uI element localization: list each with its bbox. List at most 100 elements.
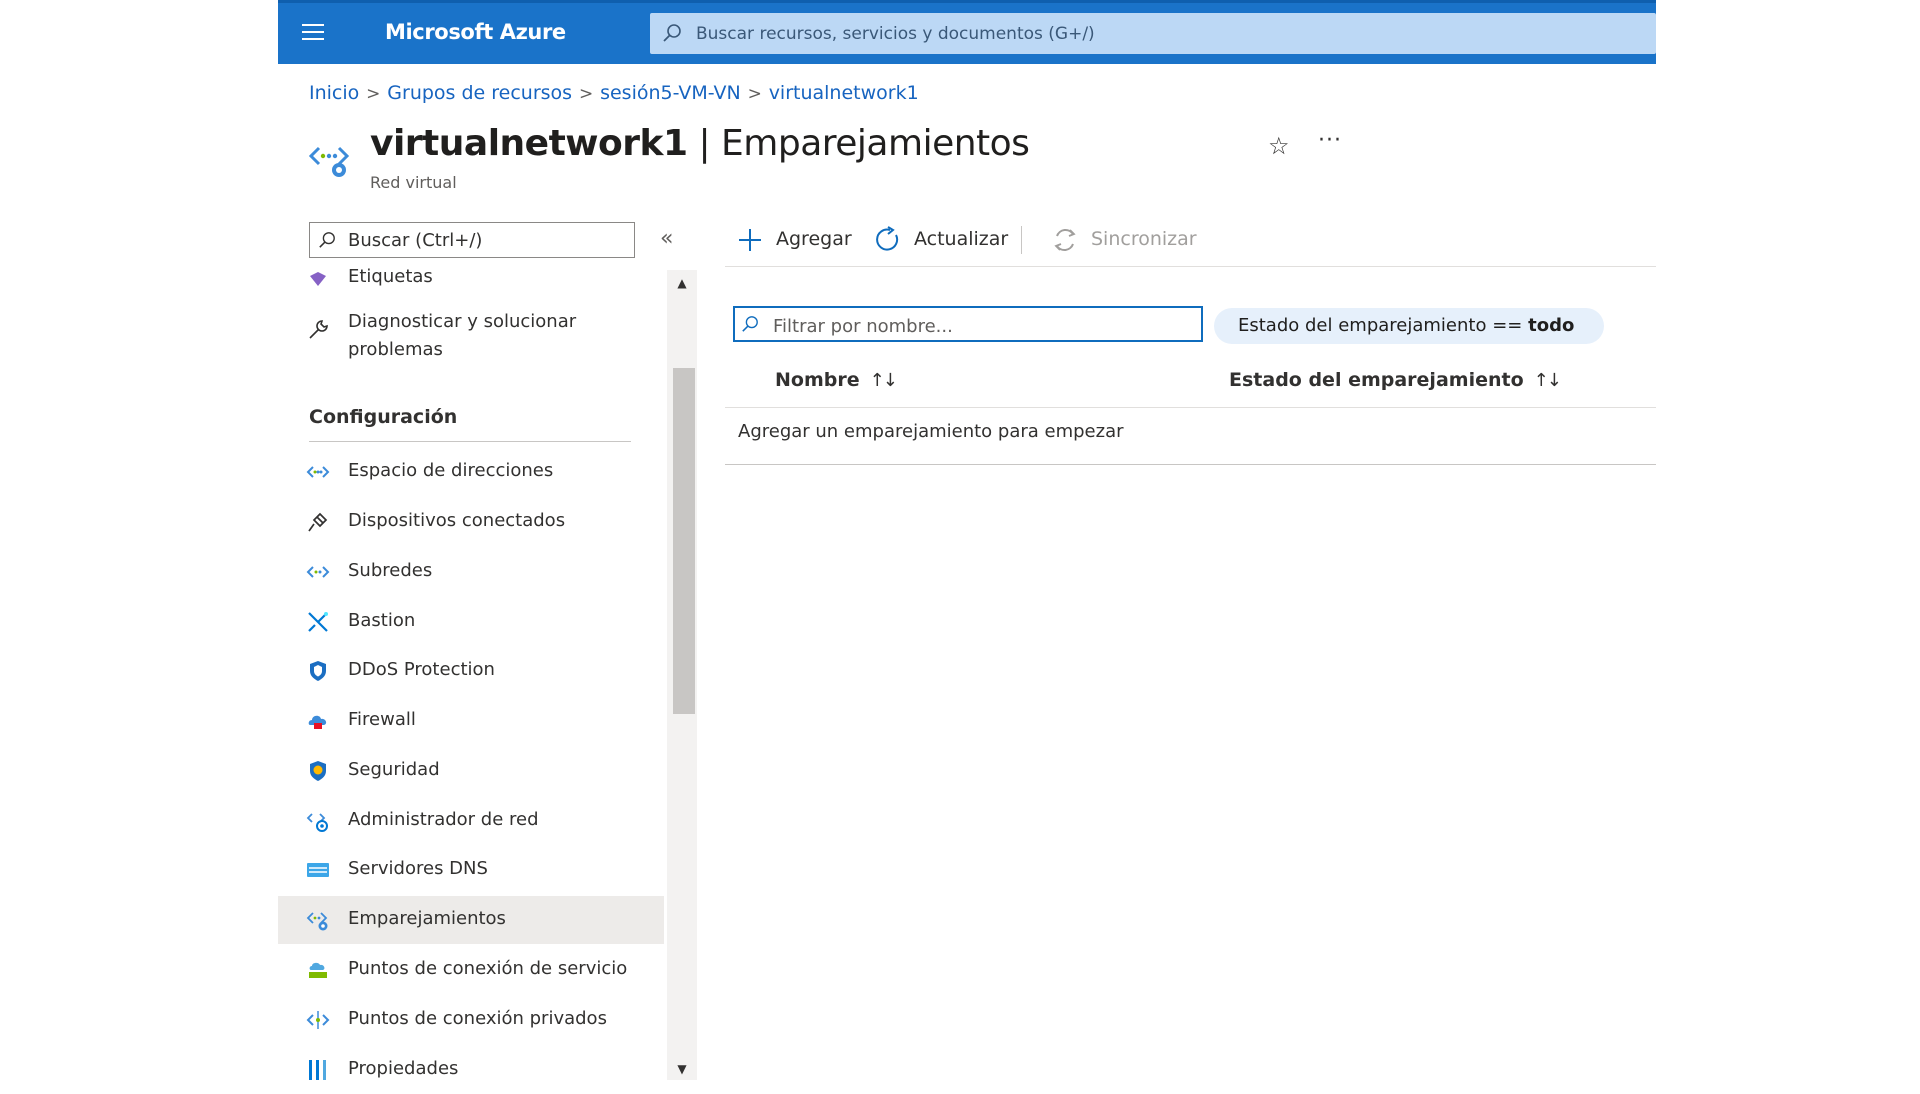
- peering-state-filter-pill[interactable]: Estado del emparejamiento == todo: [1214, 308, 1605, 344]
- sidebar-item-label: Puntos de conexión privados: [348, 1008, 607, 1029]
- sync-button[interactable]: Sincronizar: [1051, 222, 1221, 258]
- sidebar-item-label: Administrador de red: [348, 809, 539, 830]
- menu-search-placeholder: Buscar (Ctrl+/): [348, 230, 483, 251]
- sidebar-item-label: Diagnosticar y solucionar problemas: [348, 311, 577, 360]
- security-shield-icon: [310, 761, 326, 781]
- plug-icon: [308, 512, 328, 532]
- virtual-network-icon: [309, 146, 350, 177]
- wrench-icon: [309, 320, 328, 339]
- menu-search-input[interactable]: Buscar (Ctrl+/): [309, 222, 635, 258]
- global-search-input[interactable]: Buscar recursos, servicios y documentos …: [650, 13, 1656, 54]
- sidebar-item-label: Subredes: [348, 560, 433, 581]
- brand-title[interactable]: Microsoft Azure: [385, 20, 566, 44]
- sidebar-item-label: Servidores DNS: [348, 858, 488, 879]
- blade-name: | Emparejamientos: [687, 123, 1030, 164]
- breadcrumb-resource-group[interactable]: sesión5-VM-VN: [600, 82, 741, 104]
- sidebar-item-label: DDoS Protection: [348, 659, 495, 680]
- collapse-menu-icon[interactable]: «: [660, 226, 673, 251]
- scrollbar-thumb[interactable]: [673, 368, 695, 714]
- peering-icon: [306, 912, 328, 931]
- search-icon: [663, 24, 681, 42]
- favorite-star-icon[interactable]: ☆: [1268, 132, 1290, 160]
- sidebar-item-etiquetas[interactable]: Etiquetas: [278, 256, 664, 304]
- refresh-icon: [876, 226, 899, 251]
- filter-by-name-field[interactable]: [733, 306, 1203, 342]
- column-header-label: Nombre: [775, 369, 860, 391]
- section-configuracion: Configuración: [309, 406, 458, 428]
- resource-type: Red virtual: [370, 173, 457, 192]
- empty-table-message: Agregar un emparejamiento para empezar: [738, 421, 1124, 442]
- sidebar-item-label: Etiquetas: [348, 266, 433, 287]
- sidebar-item-label: Firewall: [348, 709, 416, 730]
- sort-icon: ↑↓: [1533, 370, 1562, 391]
- sidebar-item-emparejamientos[interactable]: Emparejamientos: [278, 896, 664, 944]
- page-title: virtualnetwork1 | Emparejamientos: [370, 123, 1030, 164]
- shield-icon: [310, 661, 326, 681]
- sidebar-item-firewall[interactable]: Firewall: [278, 697, 664, 745]
- plus-icon: [739, 229, 761, 251]
- subnet-icon: [306, 566, 330, 578]
- filter-pill-value: todo: [1528, 315, 1575, 336]
- sidebar-item-label: Espacio de direcciones: [348, 460, 554, 481]
- sidebar-item-subredes[interactable]: Subredes: [278, 548, 664, 596]
- scroll-down-icon[interactable]: ▼: [667, 1062, 697, 1076]
- tag-icon: [310, 272, 326, 286]
- breadcrumb-grupos-de-recursos[interactable]: Grupos de recursos: [387, 82, 572, 104]
- sync-button-label: Sincronizar: [1091, 228, 1197, 250]
- sync-icon: [1054, 229, 1076, 251]
- sidebar-item-diagnosticar[interactable]: Diagnosticar y solucionar problemas: [278, 304, 664, 378]
- toolbar-separator: [725, 266, 1656, 267]
- breadcrumb-inicio[interactable]: Inicio: [309, 82, 359, 104]
- column-header-estado[interactable]: Estado del emparejamiento ↑↓: [1229, 369, 1562, 391]
- top-bar: Microsoft Azure Buscar recursos, servici…: [278, 0, 1656, 64]
- address-space-icon: [306, 466, 330, 478]
- search-icon: [319, 232, 335, 248]
- search-icon: [742, 316, 758, 332]
- chevron-right-icon: >: [578, 84, 594, 104]
- add-button[interactable]: Agregar: [736, 222, 866, 258]
- sidebar-item-propiedades[interactable]: Propiedades: [278, 1046, 664, 1094]
- sidebar-item-label: Seguridad: [348, 759, 440, 780]
- sidebar-item-puntos-de-conexion-de-servicio[interactable]: Puntos de conexión de servicio: [278, 946, 664, 994]
- add-button-label: Agregar: [776, 228, 852, 250]
- sort-icon: ↑↓: [869, 370, 898, 391]
- sidebar-item-label: Propiedades: [348, 1058, 459, 1079]
- table-header-divider: [725, 407, 1656, 408]
- properties-icon: [309, 1060, 326, 1080]
- refresh-button[interactable]: Actualizar: [874, 222, 1014, 258]
- global-search-placeholder: Buscar recursos, servicios y documentos …: [696, 24, 1095, 44]
- hamburger-menu-icon[interactable]: [302, 22, 324, 42]
- chevron-right-icon: >: [366, 84, 381, 104]
- column-header-nombre[interactable]: Nombre ↑↓: [775, 369, 898, 391]
- dns-icon: [307, 863, 329, 877]
- sidebar-item-ddos-protection[interactable]: DDoS Protection: [278, 647, 664, 695]
- filter-pill-label: Estado del emparejamiento ==: [1238, 315, 1529, 336]
- sidebar-item-servidores-dns[interactable]: Servidores DNS: [278, 846, 664, 894]
- sidebar-item-dispositivos-conectados[interactable]: Dispositivos conectados: [278, 498, 664, 546]
- sidebar-item-label: Dispositivos conectados: [348, 510, 566, 531]
- top-strip: [278, 0, 1656, 3]
- azure-portal-window: Microsoft Azure Buscar recursos, servici…: [278, 0, 1656, 1080]
- breadcrumb: Inicio > Grupos de recursos > sesión5-VM-VN >…: [309, 82, 919, 104]
- sidebar-item-label: Emparejamientos: [348, 908, 506, 929]
- resource-name: virtualnetwork1: [370, 123, 688, 164]
- sidebar-item-administrador-de-red[interactable]: Administrador de red: [278, 797, 664, 845]
- sidebar-item-espacio-de-direcciones[interactable]: Espacio de direcciones: [278, 448, 664, 496]
- bastion-icon: [308, 612, 328, 632]
- breadcrumb-virtualnetwork[interactable]: virtualnetwork1: [769, 82, 919, 104]
- sidebar-item-seguridad[interactable]: Seguridad: [278, 747, 664, 795]
- table-bottom-divider: [725, 464, 1656, 465]
- toolbar-divider: [1021, 226, 1022, 254]
- section-divider: [309, 441, 631, 442]
- scroll-up-icon[interactable]: ▲: [667, 276, 697, 290]
- network-manager-icon: [306, 813, 328, 832]
- column-header-label: Estado del emparejamiento: [1229, 369, 1524, 391]
- sidebar-item-label: Bastion: [348, 610, 416, 631]
- refresh-button-label: Actualizar: [914, 228, 1009, 250]
- firewall-icon: [308, 715, 327, 729]
- sidebar-item-bastion[interactable]: Bastion: [278, 598, 664, 646]
- more-options-icon[interactable]: ···: [1318, 128, 1342, 153]
- sidebar-item-puntos-de-conexion-privados[interactable]: Puntos de conexión privados: [278, 996, 664, 1044]
- filter-by-name-input[interactable]: [771, 311, 1195, 341]
- private-endpoint-icon: [306, 1011, 330, 1029]
